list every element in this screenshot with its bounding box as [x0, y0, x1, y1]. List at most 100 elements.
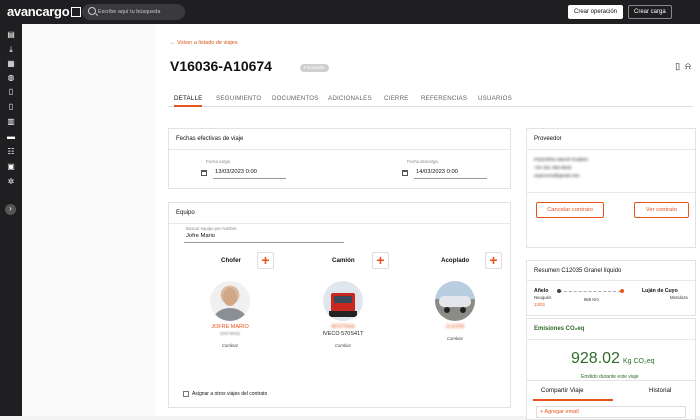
logo-mark-icon [71, 7, 82, 17]
calendar-icon[interactable] [402, 170, 408, 176]
top-bar: avancargo Crear operación Crear carga [0, 0, 700, 24]
back-link[interactable]: ← Volver a listado de viajes [170, 40, 238, 46]
divider [169, 149, 510, 150]
sidebar: ▤ ⤓ ▦ ◍ ▯ ▯ ▥ ▬ ☷ ▣ ✲ › [0, 24, 22, 416]
download-icon[interactable]: ⤓ [6, 46, 16, 54]
chofer-name[interactable]: JOFRE MARIO [200, 324, 260, 330]
divider [527, 280, 695, 281]
add-chofer-button[interactable]: + [257, 252, 274, 269]
equipo-search-label: Buscar equipo por nombre [186, 226, 237, 231]
fechas-card: Fechas efectivas de viaje Fecha carga 13… [168, 128, 511, 189]
fecha-carga-label: Fecha carga [206, 159, 230, 164]
resumen-card: Resumen C12035 Granel líquido Añelo Neuq… [526, 260, 696, 316]
change-acoplado-link[interactable]: Cambiar [425, 336, 485, 341]
truck-icon [329, 293, 357, 317]
tab-detalle[interactable]: DETALLE [174, 95, 203, 107]
calendar-icon[interactable] [201, 170, 207, 176]
equipo-search-input[interactable]: Jofre Mario [186, 233, 215, 239]
add-email-button[interactable]: + Agregar email [536, 406, 686, 418]
tab-adicionales[interactable]: ADICIONALES [328, 95, 372, 102]
create-operation-button[interactable]: Crear operación [568, 5, 624, 19]
page-title: V16036-A10674 [170, 58, 272, 74]
search-input[interactable] [98, 4, 183, 20]
fechas-title: Fechas efectivas de viaje [176, 136, 244, 142]
compartir-card: Compartir Viaje Historial + Agregar emai… [526, 380, 696, 420]
tab-usuarios[interactable]: USUARIOS [478, 95, 512, 102]
building-icon[interactable]: ▣ [6, 163, 16, 171]
camion-model: IVECO 570S41T [322, 331, 364, 337]
emisiones-unit: Kg CO₂eq [623, 358, 655, 365]
view-contract-button[interactable]: Ver contrato [634, 202, 689, 218]
emisiones-card: Emisiones CO₂eq 928.02 Kg CO₂eq Emitido … [526, 318, 696, 388]
proveedor-email: orpizzorni@gmail.com [534, 173, 580, 178]
proveedor-card: Proveedor PIZZORNI OMAR RUBEN +54 261 48… [526, 128, 696, 248]
truck-icon[interactable]: ▬ [6, 133, 16, 141]
tab-historial[interactable]: Historial [649, 387, 671, 394]
search-icon [88, 7, 96, 15]
tanker-icon [439, 296, 471, 313]
equipo-title: Equipo [176, 210, 195, 216]
tab-bar: DETALLE SEGUIMIENTO DOCUMENTOS ADICIONAL… [168, 95, 693, 107]
proveedor-phone: +54 261 482-6629 [534, 165, 572, 170]
acoplado-plate[interactable]: JLE008 [425, 324, 485, 330]
fecha-descarga-input[interactable]: 14/03/2023 0:00 [416, 169, 458, 175]
origin-city: Añelo [534, 288, 549, 294]
bell-icon[interactable]: ⍾ [685, 61, 691, 71]
change-camion-link[interactable]: Cambiar [313, 343, 373, 348]
destination-city: Luján de Cuyo [642, 288, 678, 294]
origin-region: Neuquén [534, 295, 552, 300]
route-line [559, 291, 621, 292]
document-icon[interactable]: ▯ [6, 88, 16, 96]
tab-compartir-viaje[interactable]: Compartir Viaje [541, 387, 584, 394]
assign-checkbox[interactable] [183, 391, 189, 397]
copy-icon[interactable]: ▯ [675, 61, 680, 71]
emisiones-value: 928.02 [571, 350, 620, 367]
team-icon[interactable]: ☷ [6, 148, 16, 156]
fecha-carga-input[interactable]: 13/03/2023 0:00 [215, 169, 257, 175]
add-acoplado-button[interactable]: + [485, 252, 502, 269]
create-load-button[interactable]: Crear carga [628, 5, 672, 19]
assign-label: Asignar a otros viajes del contrato [192, 391, 268, 397]
calendar-list-icon[interactable]: ▥ [6, 118, 16, 126]
change-chofer-link[interactable]: Cambiar [200, 343, 260, 348]
equipo-card: Equipo Buscar equipo por nombre Jofre Ma… [168, 202, 511, 408]
dashboard-icon[interactable]: ▦ [6, 60, 16, 68]
emisiones-title: Emisiones CO₂eq [534, 326, 585, 332]
divider [184, 242, 344, 243]
active-tab-indicator [533, 399, 613, 401]
camion-avatar [323, 281, 363, 321]
main-area: ← Volver a listado de viajes V16036-A106… [22, 24, 700, 420]
divider [527, 149, 695, 150]
divider [169, 223, 510, 224]
chofer-avatar [210, 281, 250, 321]
add-camion-button[interactable]: + [372, 252, 389, 269]
origin-date: 13/03 [534, 302, 545, 307]
chevron-right-icon[interactable]: › [5, 204, 16, 215]
destination-region: Mendoza [670, 295, 688, 300]
chofer-document: 20678032 [219, 331, 241, 336]
proveedor-title: Proveedor [534, 136, 562, 142]
divider [527, 192, 695, 193]
tab-referencias[interactable]: REFERENCIAS [421, 95, 467, 102]
global-search[interactable] [82, 4, 185, 20]
tab-seguimiento[interactable]: SEGUIMIENTO [216, 95, 261, 102]
divider [527, 339, 695, 340]
fecha-descarga-label: Fecha descarga [407, 159, 438, 164]
acoplado-heading: Acoplado [441, 257, 470, 264]
map-icon[interactable]: ▤ [6, 31, 16, 39]
content-panel: ← Volver a listado de viajes V16036-A106… [156, 24, 700, 420]
tab-cierre[interactable]: CIERRE [384, 95, 409, 102]
camion-heading: Camión [332, 257, 355, 264]
globe-icon[interactable]: ◍ [6, 74, 16, 82]
divider [213, 178, 286, 179]
header-actions: ▯ ⍾ [675, 61, 691, 72]
tab-documentos[interactable]: DOCUMENTOS [272, 95, 319, 102]
app-logo[interactable]: avancargo [7, 4, 82, 19]
proveedor-name: PIZZORNI OMAR RUBEN [534, 157, 588, 162]
cancel-contract-button[interactable]: Cancelar contrato [536, 202, 604, 218]
destination-dot [620, 289, 624, 293]
document-icon[interactable]: ▯ [6, 103, 16, 111]
settings-icon[interactable]: ✲ [6, 178, 16, 186]
camion-plate[interactable]: AF975AA [313, 324, 373, 330]
acoplado-avatar [435, 281, 475, 321]
